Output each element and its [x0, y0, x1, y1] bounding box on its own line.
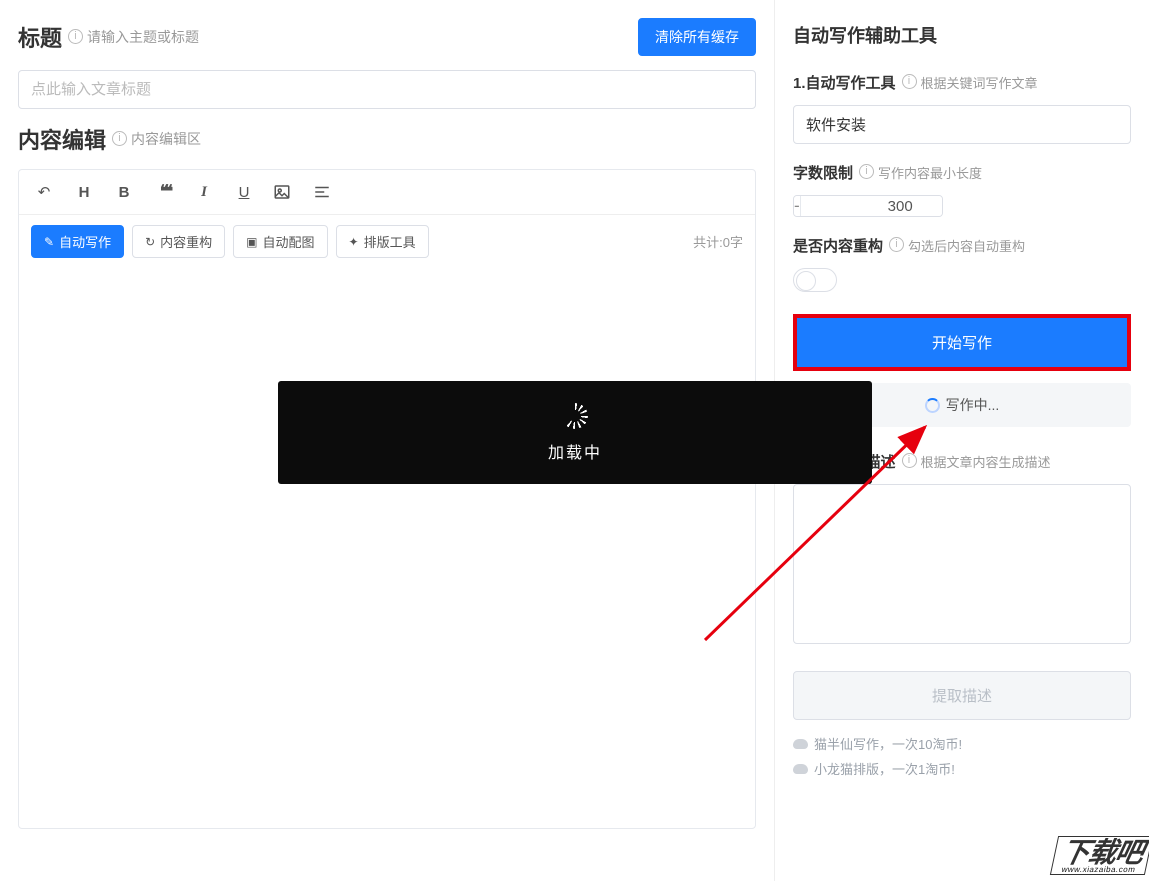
restructure-header: 是否内容重构 i 勾选后内容自动重构	[793, 235, 1131, 256]
word-limit-hint: 写作内容最小长度	[878, 163, 982, 182]
footnotes: 猫半仙写作，一次10淘币! 小龙猫排版，一次1淘币!	[793, 734, 1131, 778]
quote-icon[interactable]: ❝❝	[153, 182, 175, 202]
info-icon: i	[68, 29, 83, 44]
title-hint: 请输入主题或标题	[87, 27, 199, 47]
refresh-icon: ↻	[145, 235, 155, 249]
clear-cache-button[interactable]: 清除所有缓存	[638, 18, 756, 56]
info-icon: i	[112, 131, 127, 146]
bold-icon[interactable]: B	[113, 184, 135, 201]
editor-toolbar: ↶ H B ❝❝ I U	[19, 170, 755, 215]
word-limit-stepper: - +	[793, 195, 943, 217]
start-writing-button[interactable]: 开始写作	[797, 318, 1127, 367]
editor-subbar: ✎自动写作 ↻内容重构 ▣自动配图 ✦排版工具 共计:0字	[19, 215, 755, 268]
stepper-minus-button[interactable]: -	[794, 196, 801, 216]
word-limit-label: 字数限制	[793, 162, 853, 183]
start-button-highlight: 开始写作	[793, 314, 1131, 371]
auto-image-button[interactable]: ▣自动配图	[233, 225, 327, 258]
title-label: 标题	[18, 21, 62, 53]
keyword-input[interactable]	[793, 105, 1131, 144]
restructure-hint: 勾选后内容自动重构	[908, 236, 1025, 255]
footnote-2: 小龙猫排版，一次1淘币!	[793, 759, 1131, 778]
editor-hint: 内容编辑区	[131, 129, 201, 149]
info-icon: i	[889, 237, 904, 252]
description-textarea[interactable]	[793, 484, 1131, 644]
image-icon[interactable]	[273, 183, 295, 201]
restructure-label: 是否内容重构	[793, 235, 883, 256]
watermark-cn: 下载吧	[1059, 839, 1146, 867]
align-left-icon[interactable]	[313, 183, 335, 201]
editor-label: 内容编辑	[18, 123, 106, 155]
loading-modal: 加载中	[278, 381, 872, 484]
section1-label: 1.自动写作工具	[793, 72, 896, 93]
editor-body[interactable]	[19, 268, 755, 828]
writing-status-text: 写作中...	[946, 395, 1000, 415]
loading-text: 加载中	[548, 439, 602, 463]
undo-icon[interactable]: ↶	[33, 183, 55, 201]
editor-panel: ↶ H B ❝❝ I U ✎自动写作 ↻内容重构 ▣自动配图 ✦排版工具	[18, 169, 756, 829]
info-icon: i	[859, 164, 874, 179]
info-icon: i	[902, 74, 917, 89]
auto-write-button[interactable]: ✎自动写作	[31, 225, 124, 258]
title-section-header: 标题 i 请输入主题或标题 清除所有缓存	[18, 18, 756, 56]
pen-icon: ✎	[44, 235, 54, 249]
loading-spinner-icon	[562, 403, 588, 429]
cloud-icon	[793, 764, 808, 774]
sidebar-title: 自动写作辅助工具	[793, 22, 1131, 48]
word-limit-input[interactable]	[801, 196, 943, 216]
spinner-icon	[925, 398, 940, 413]
picture-icon: ▣	[246, 235, 257, 249]
extract-description-button[interactable]: 提取描述	[793, 671, 1131, 720]
word-limit-header: 字数限制 i 写作内容最小长度	[793, 162, 1131, 183]
footnote-1: 猫半仙写作，一次10淘币!	[793, 734, 1131, 753]
cloud-icon	[793, 739, 808, 749]
info-icon: i	[902, 453, 917, 468]
restructure-button[interactable]: ↻内容重构	[132, 225, 225, 258]
section1-header: 1.自动写作工具 i 根据关键词写作文章	[793, 72, 1131, 93]
watermark: 下载吧 www.xiazaiba.com	[1054, 836, 1149, 875]
underline-icon[interactable]: U	[233, 184, 255, 201]
section1-hint: 根据关键词写作文章	[921, 73, 1038, 92]
layout-button[interactable]: ✦排版工具	[336, 225, 429, 258]
article-title-input[interactable]	[18, 70, 756, 109]
restructure-toggle[interactable]	[793, 268, 837, 292]
word-count: 共计:0字	[693, 232, 743, 251]
tools-icon: ✦	[349, 235, 359, 249]
watermark-en: www.xiazaiba.com	[1061, 865, 1137, 874]
heading-icon[interactable]: H	[73, 184, 95, 201]
section2-hint: 根据文章内容生成描述	[921, 452, 1051, 471]
editor-section-header: 内容编辑 i 内容编辑区	[18, 123, 756, 155]
italic-icon[interactable]: I	[193, 184, 215, 201]
